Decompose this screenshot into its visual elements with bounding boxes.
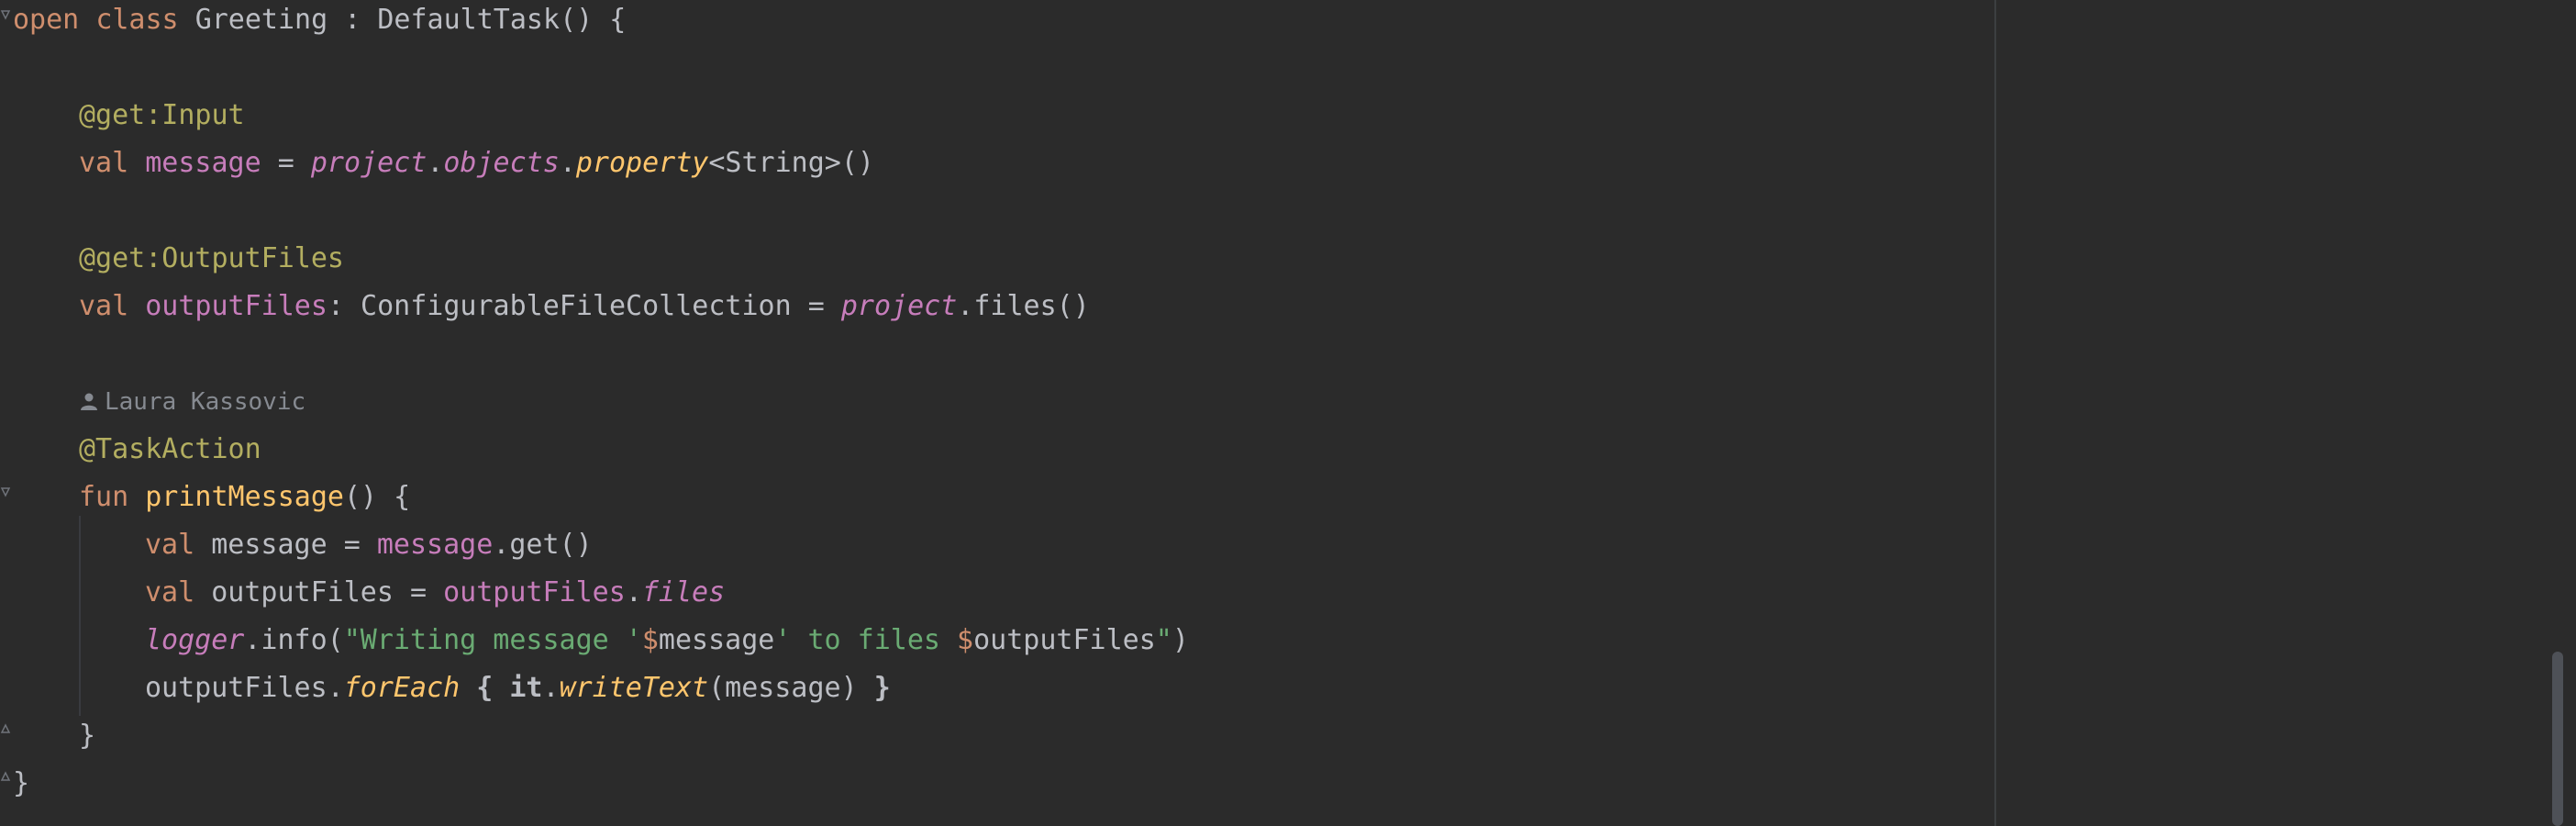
code-line[interactable]: val message = project.objects.property<S… <box>79 140 874 187</box>
code-line[interactable]: val message = message.get() <box>145 521 593 569</box>
function-call: .get() <box>493 529 593 561</box>
code-editor[interactable]: open class Greeting : DefaultTask() { @g… <box>0 0 2576 826</box>
punctuation: . <box>327 672 344 704</box>
author-name: Laura Kassovic <box>105 388 306 416</box>
code-area[interactable]: open class Greeting : DefaultTask() { @g… <box>0 0 1994 826</box>
string-literal: " <box>1155 624 1172 656</box>
function-call: property <box>575 147 709 179</box>
operator: = <box>393 576 444 608</box>
property-ref: objects <box>443 147 560 179</box>
indent-guide <box>79 516 81 716</box>
property-ref: project <box>840 290 958 322</box>
lambda-brace: { <box>460 672 510 704</box>
function-call: .files() <box>957 290 1090 322</box>
property-ref: outputFiles <box>443 576 626 608</box>
punctuation: () { <box>560 4 627 36</box>
keyword: val <box>145 529 195 561</box>
property-ref: message <box>376 529 494 561</box>
code-line[interactable]: } <box>79 712 95 760</box>
fold-arrow-icon[interactable] <box>0 769 13 786</box>
property-ref: project <box>310 147 427 179</box>
function-call: writeText <box>559 672 709 704</box>
property-ref: logger <box>145 624 245 656</box>
arguments: (message) <box>708 672 858 704</box>
property-ref: files <box>641 576 726 608</box>
right-margin-guide <box>1994 0 1996 826</box>
type-annotation: : ConfigurableFileCollection = <box>327 290 841 322</box>
fold-arrow-icon[interactable] <box>0 485 13 501</box>
code-line[interactable]: val outputFiles = outputFiles.files <box>145 569 725 617</box>
lambda-param: it <box>509 672 543 704</box>
annotation: @get:Input <box>79 99 245 131</box>
punctuation: () { <box>344 481 411 513</box>
code-line[interactable]: fun printMessage() { <box>79 474 410 521</box>
code-line[interactable]: @get:OutputFiles <box>79 235 344 283</box>
parent-class: DefaultTask <box>377 4 561 36</box>
annotation: @TaskAction <box>79 433 261 465</box>
keyword: class <box>95 4 179 36</box>
template-marker: $ <box>641 624 659 656</box>
keyword: val <box>79 147 129 179</box>
function-call: .info( <box>244 624 344 656</box>
punctuation: . <box>625 576 642 608</box>
template-variable: message <box>658 624 775 656</box>
class-name: Greeting <box>194 4 328 36</box>
closing-brace: } <box>13 767 30 799</box>
operator: = <box>261 147 311 179</box>
template-variable: outputFiles <box>973 624 1156 656</box>
lambda-brace: } <box>857 672 891 704</box>
property-name: message <box>145 147 261 179</box>
keyword: val <box>145 576 195 608</box>
function-call: forEach <box>343 672 461 704</box>
code-line[interactable]: logger.info("Writing message '$message' … <box>145 617 1189 664</box>
operator: = <box>327 529 377 561</box>
code-author-hint[interactable]: Laura Kassovic <box>79 378 305 426</box>
annotation: @get:OutputFiles <box>79 242 344 274</box>
person-icon <box>81 393 97 410</box>
fold-arrow-icon[interactable] <box>0 7 13 24</box>
string-literal: "Writing message ' <box>343 624 642 656</box>
string-literal: ' to files <box>774 624 958 656</box>
punctuation: . <box>427 147 444 179</box>
variable-name: message <box>211 529 328 561</box>
punctuation: . <box>542 672 560 704</box>
scrollbar-thumb[interactable] <box>2552 652 2563 826</box>
keyword: val <box>79 290 129 322</box>
variable-ref: outputFiles <box>145 672 328 704</box>
code-line[interactable]: @TaskAction <box>79 426 261 474</box>
property-name: outputFiles <box>145 290 328 322</box>
punctuation: : <box>328 4 378 36</box>
code-line[interactable]: @get:Input <box>79 92 245 140</box>
code-line[interactable]: } <box>13 760 29 808</box>
template-marker: $ <box>957 624 974 656</box>
code-line[interactable]: val outputFiles: ConfigurableFileCollect… <box>79 283 1090 330</box>
function-name: printMessage <box>145 481 344 513</box>
punctuation: <String>() <box>708 147 874 179</box>
punctuation: ) <box>1171 624 1189 656</box>
keyword: open <box>13 4 80 36</box>
closing-brace: } <box>79 720 96 752</box>
code-line[interactable]: outputFiles.forEach { it.writeText(messa… <box>145 664 891 712</box>
variable-name: outputFiles <box>211 576 394 608</box>
punctuation: . <box>559 147 576 179</box>
keyword: fun <box>79 481 129 513</box>
fold-arrow-icon[interactable] <box>0 721 13 738</box>
code-line[interactable]: open class Greeting : DefaultTask() { <box>13 0 626 44</box>
